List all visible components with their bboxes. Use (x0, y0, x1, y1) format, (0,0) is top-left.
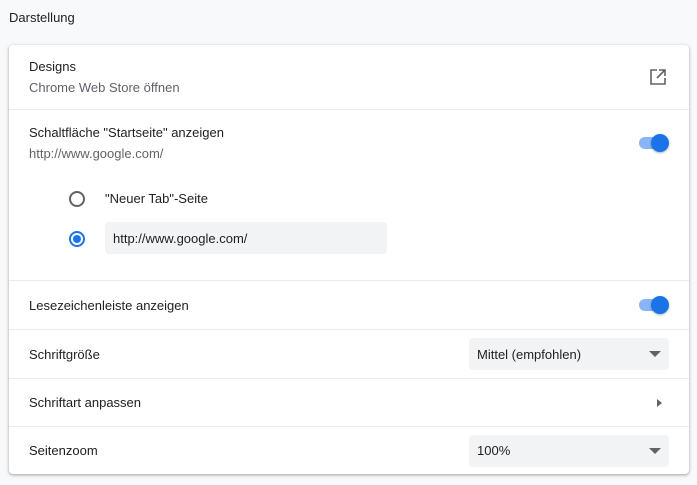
designs-row[interactable]: Designs Chrome Web Store öffnen (9, 45, 689, 109)
dropdown-arrow-icon (649, 351, 661, 357)
font-size-value: Mittel (empfohlen) (477, 346, 582, 362)
bookmarks-bar-toggle[interactable] (637, 296, 669, 314)
open-in-new-icon[interactable] (649, 68, 667, 86)
customize-fonts-label: Schriftart anpassen (29, 395, 142, 410)
home-button-sublabel: http://www.google.com/ (29, 146, 164, 161)
bookmarks-bar-label: Lesezeichenleiste anzeigen (29, 297, 189, 313)
dropdown-arrow-icon (649, 447, 661, 454)
appearance-card: Designs Chrome Web Store öffnen Schaltfl… (9, 45, 689, 474)
designs-label: Designs (29, 59, 76, 74)
home-button-label: Schaltfläche "Startseite" anzeigen (29, 125, 224, 140)
page-zoom-select[interactable]: 100% (469, 434, 669, 467)
chevron-right-icon (657, 399, 662, 407)
new-tab-label: "Neuer Tab"-Seite (105, 191, 208, 206)
new-tab-radio[interactable] (69, 191, 85, 207)
page-zoom-value: 100% (477, 443, 511, 458)
home-button-row: Schaltfläche "Startseite" anzeigen http:… (9, 109, 689, 280)
home-button-toggle[interactable] (637, 134, 669, 152)
font-size-select[interactable]: Mittel (empfohlen) (469, 338, 669, 370)
designs-sublabel: Chrome Web Store öffnen (29, 80, 180, 95)
page-zoom-row: Seitenzoom 100% (9, 426, 689, 474)
customize-fonts-row[interactable]: Schriftart anpassen (9, 378, 689, 426)
bookmarks-bar-row[interactable]: Lesezeichenleiste anzeigen (9, 280, 689, 329)
home-url-input[interactable]: http://www.google.com/ (105, 222, 387, 254)
custom-url-radio[interactable] (69, 231, 85, 247)
section-title: Darstellung (9, 10, 75, 25)
font-size-row: Schriftgröße Mittel (empfohlen) (9, 329, 689, 378)
